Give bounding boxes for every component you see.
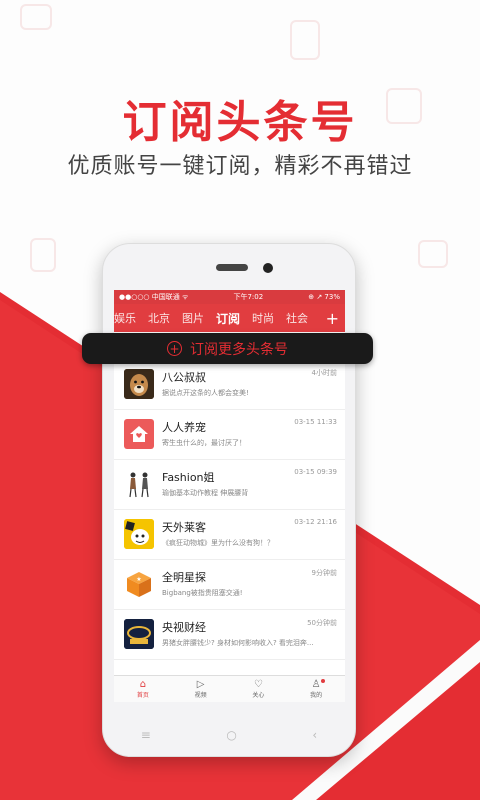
- account-name: 八公叔叔: [162, 371, 206, 384]
- post-time: 9分钟前: [311, 569, 337, 577]
- phone-hardware-keys: ≡ ○ ‹: [103, 728, 355, 742]
- tab-beijing[interactable]: 北京: [148, 310, 170, 326]
- play-icon: ▷: [196, 678, 205, 690]
- phone-mockup: ●●○○○ 中国联通 ᯤ 下午7:02 ⊕ ↗ 73% 娱乐 北京 图片 订阅 …: [102, 243, 356, 757]
- menu-key-icon[interactable]: ≡: [141, 728, 151, 742]
- decor-doc-icon: [290, 20, 320, 60]
- account-name: 央视财经: [162, 621, 206, 634]
- star-box-avatar-icon: ★: [124, 569, 154, 599]
- nav-mine[interactable]: ♙ 我的: [287, 676, 345, 702]
- list-item[interactable]: 央视财经 男猪女胖腰钱少? 身材如何影响收入? 看完泪奔... 50分钟前: [114, 610, 345, 660]
- nav-home-label: 首页: [136, 691, 149, 699]
- promo-title: 订阅头条号: [122, 97, 358, 148]
- house-avatar-icon: [124, 419, 154, 449]
- list-item[interactable]: ★ 全明星探 Bigbang被指贵阻塞交通! 9分钟前: [114, 560, 345, 610]
- heart-icon: ♡: [253, 678, 263, 690]
- account-name: 全明星探: [162, 571, 206, 584]
- post-time: 03-15 09:39: [294, 468, 337, 476]
- list-item[interactable]: Fashion姐 瑜伽基本动作教程 伸展腰背 03-15 09:39: [114, 460, 345, 510]
- nav-video-label: 视频: [194, 691, 207, 699]
- account-desc: 男猪女胖腰钱少? 身材如何影响收入? 看完泪奔...: [162, 639, 314, 647]
- account-name: 天外莱客: [162, 521, 206, 534]
- tab-pictures[interactable]: 图片: [182, 310, 204, 326]
- promo-subtitle: 优质账号一键订阅，精彩不再错过: [67, 154, 413, 179]
- phone-top-bezel: [103, 244, 355, 290]
- account-desc: 寄生虫什么的，最讨厌了！: [162, 439, 246, 447]
- account-name: Fashion姐: [162, 471, 215, 484]
- cctv-avatar-icon: [124, 619, 154, 649]
- fashion-avatar-icon: [124, 469, 154, 499]
- account-desc: Bigbang被指贵阻塞交通!: [162, 589, 243, 597]
- nav-mine-label: 我的: [310, 691, 323, 699]
- account-desc: 《疯狂动物城》里为什么没有狗！？: [162, 539, 274, 547]
- decor-doc-icon: [20, 4, 52, 30]
- bottom-nav-bar: ⌂ 首页 ▷ 视频 ♡ 关心 ♙ 我的: [114, 675, 345, 702]
- nav-care[interactable]: ♡ 关心: [230, 676, 288, 702]
- banner-label: 订阅更多头条号: [190, 341, 288, 358]
- list-item[interactable]: 八公叔叔 据说点开这条的人都会变美! 4小时前: [114, 360, 345, 410]
- dog-avatar-icon: [124, 369, 154, 399]
- person-icon: ♙: [311, 678, 321, 690]
- nav-care-label: 关心: [252, 691, 265, 699]
- decor-doc-icon: [418, 240, 448, 268]
- home-key-icon[interactable]: ○: [226, 728, 236, 742]
- post-time: 4小时前: [311, 369, 337, 377]
- svg-text:★: ★: [136, 576, 141, 583]
- tab-society[interactable]: 社会: [286, 310, 308, 326]
- nav-home[interactable]: ⌂ 首页: [114, 676, 172, 702]
- account-desc: 瑜伽基本动作教程 伸展腰背: [162, 489, 249, 497]
- back-key-icon[interactable]: ‹: [312, 728, 317, 742]
- home-icon: ⌂: [139, 678, 147, 690]
- post-time: 50分钟前: [307, 619, 337, 627]
- decor-doc-icon: [30, 238, 56, 272]
- alien-avatar-icon: [124, 519, 154, 549]
- post-time: 03-12 21:16: [294, 518, 337, 526]
- phone-camera: [263, 263, 273, 273]
- status-time: 下午7:02: [233, 293, 264, 301]
- account-name: 人人养宠: [162, 421, 206, 434]
- list-item[interactable]: 天外莱客 《疯狂动物城》里为什么没有狗！？ 03-12 21:16: [114, 510, 345, 560]
- tab-entertainment[interactable]: 娱乐: [114, 310, 136, 326]
- account-desc: 据说点开这条的人都会变美!: [162, 389, 249, 397]
- notification-dot: [321, 679, 325, 683]
- list-item[interactable]: 人人养宠 寄生虫什么的，最讨厌了！ 03-15 11:33: [114, 410, 345, 460]
- subscription-feed: 八公叔叔 据说点开这条的人都会变美! 4小时前 人人养宠 寄生虫什么的，最讨厌了…: [114, 360, 345, 660]
- subscribe-more-banner[interactable]: + 订阅更多头条号: [82, 333, 373, 364]
- status-bar: ●●○○○ 中国联通 ᯤ 下午7:02 ⊕ ↗ 73%: [114, 290, 345, 304]
- tab-fashion[interactable]: 时尚: [252, 310, 274, 326]
- nav-video[interactable]: ▷ 视频: [172, 676, 230, 702]
- channel-tabs: 娱乐 北京 图片 订阅 时尚 社会 +: [114, 304, 345, 332]
- plus-circle-icon: +: [167, 341, 182, 356]
- post-time: 03-15 11:33: [294, 418, 337, 426]
- status-carrier: ●●○○○ 中国联通 ᯤ: [119, 293, 189, 301]
- phone-speaker: [216, 264, 248, 271]
- tab-subscribe[interactable]: 订阅: [216, 310, 240, 327]
- add-channel-icon[interactable]: +: [326, 309, 339, 328]
- status-battery: ⊕ ↗ 73%: [308, 293, 340, 301]
